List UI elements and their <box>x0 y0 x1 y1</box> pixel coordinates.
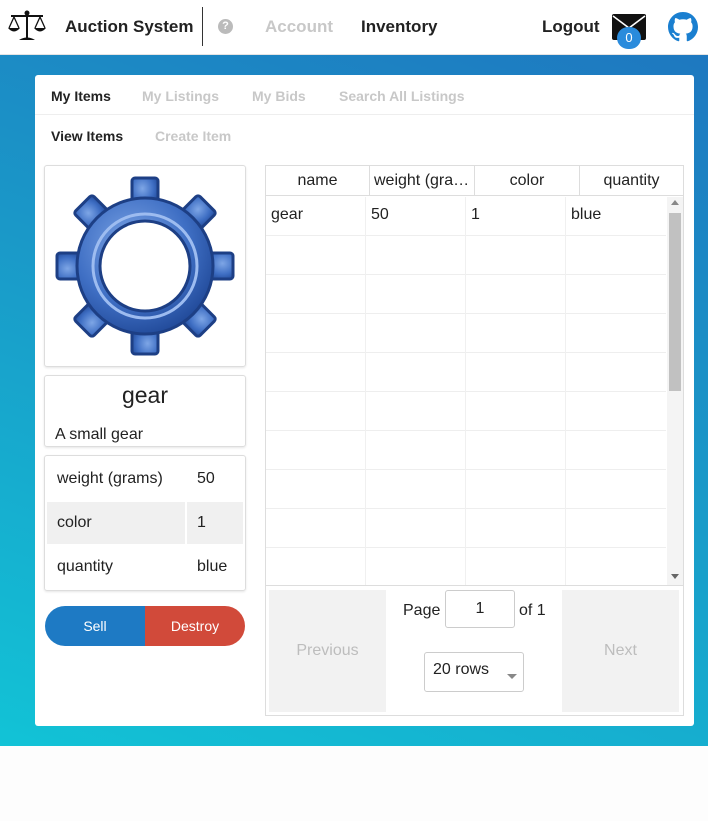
property-row: quantity blue <box>47 546 243 588</box>
property-value: blue <box>197 558 228 575</box>
previous-page-button[interactable]: Previous <box>269 590 386 712</box>
grid-pagination: Previous Page of 1 20 rows Next <box>266 585 683 715</box>
tab-my-items[interactable]: My Items <box>51 88 111 104</box>
scroll-up-arrow-icon[interactable] <box>671 200 679 205</box>
items-grid: name weight (grams) color quantity gear … <box>265 165 684 716</box>
cell-quantity: blue <box>571 206 602 223</box>
subtab-create-item[interactable]: Create Item <box>155 128 231 144</box>
empty-row <box>266 392 666 431</box>
item-info-panel: gear A small gear <box>44 375 246 447</box>
rows-per-page-select[interactable]: 20 rows <box>424 652 524 692</box>
top-navbar: Auction System ? Account Inventory Logou… <box>0 0 708 55</box>
column-header-quantity[interactable]: quantity <box>580 166 683 196</box>
mail-count-badge: 0 <box>617 27 641 49</box>
sell-button[interactable]: Sell <box>45 606 145 646</box>
scroll-down-arrow-icon[interactable] <box>671 574 679 579</box>
help-icon[interactable]: ? <box>218 19 233 34</box>
nav-account-link[interactable]: Account <box>265 17 333 37</box>
rows-per-page-value: 20 rows <box>433 661 490 678</box>
property-key: color <box>47 502 185 544</box>
empty-row <box>266 470 666 509</box>
empty-row <box>266 314 666 353</box>
property-value: 50 <box>197 470 215 487</box>
grid-header: name weight (grams) color quantity <box>266 166 683 196</box>
main-card: My Items My Listings My Bids Search All … <box>35 75 694 726</box>
item-properties-table: weight (grams) 50 color 1 quantity blue <box>44 455 246 591</box>
gear-icon <box>55 176 235 356</box>
column-header-name[interactable]: name <box>266 166 370 196</box>
page-label: Page <box>403 602 441 619</box>
property-row: color 1 <box>47 502 243 544</box>
property-key: weight (grams) <box>57 470 163 487</box>
empty-row <box>266 353 666 392</box>
column-header-weight[interactable]: weight (grams) <box>370 166 475 196</box>
cell-color: 1 <box>466 197 566 236</box>
scrollbar-thumb[interactable] <box>669 213 681 391</box>
github-icon[interactable] <box>668 12 698 42</box>
property-key: quantity <box>57 558 114 575</box>
empty-row <box>266 275 666 314</box>
page-number-input[interactable] <box>445 590 515 628</box>
destroy-button[interactable]: Destroy <box>145 606 245 646</box>
subtab-view-items[interactable]: View Items <box>51 128 123 144</box>
empty-row <box>266 431 666 470</box>
cell-weight: 50 <box>366 197 466 236</box>
item-image-panel <box>44 165 246 367</box>
nav-inventory-link[interactable]: Inventory <box>361 17 438 37</box>
property-value: 1 <box>187 502 243 544</box>
empty-row <box>266 236 666 275</box>
logout-link[interactable]: Logout <box>542 17 600 37</box>
next-page-button[interactable]: Next <box>562 590 679 712</box>
item-name: gear <box>121 382 169 408</box>
tab-my-listings[interactable]: My Listings <box>142 88 219 104</box>
cell-name: gear <box>266 197 366 236</box>
property-row: weight (grams) 50 <box>47 458 243 500</box>
nav-divider <box>202 7 203 46</box>
table-row[interactable]: gear 50 1 blue <box>266 197 666 236</box>
grid-body: gear 50 1 blue <box>266 197 666 585</box>
sub-tabs: View Items Create Item <box>35 116 694 156</box>
tab-search-all-listings[interactable]: Search All Listings <box>339 88 465 104</box>
item-description: A small gear <box>55 426 144 443</box>
empty-row <box>266 509 666 548</box>
page-count-label: of 1 <box>519 602 546 619</box>
chevron-down-icon <box>507 674 517 679</box>
grid-scrollbar[interactable] <box>667 197 683 585</box>
tab-my-bids[interactable]: My Bids <box>252 88 306 104</box>
app-title[interactable]: Auction System <box>65 17 193 37</box>
main-tabs: My Items My Listings My Bids Search All … <box>35 75 694 115</box>
column-header-color[interactable]: color <box>475 166 580 196</box>
scales-logo-icon[interactable] <box>7 9 47 43</box>
empty-row <box>266 548 666 585</box>
